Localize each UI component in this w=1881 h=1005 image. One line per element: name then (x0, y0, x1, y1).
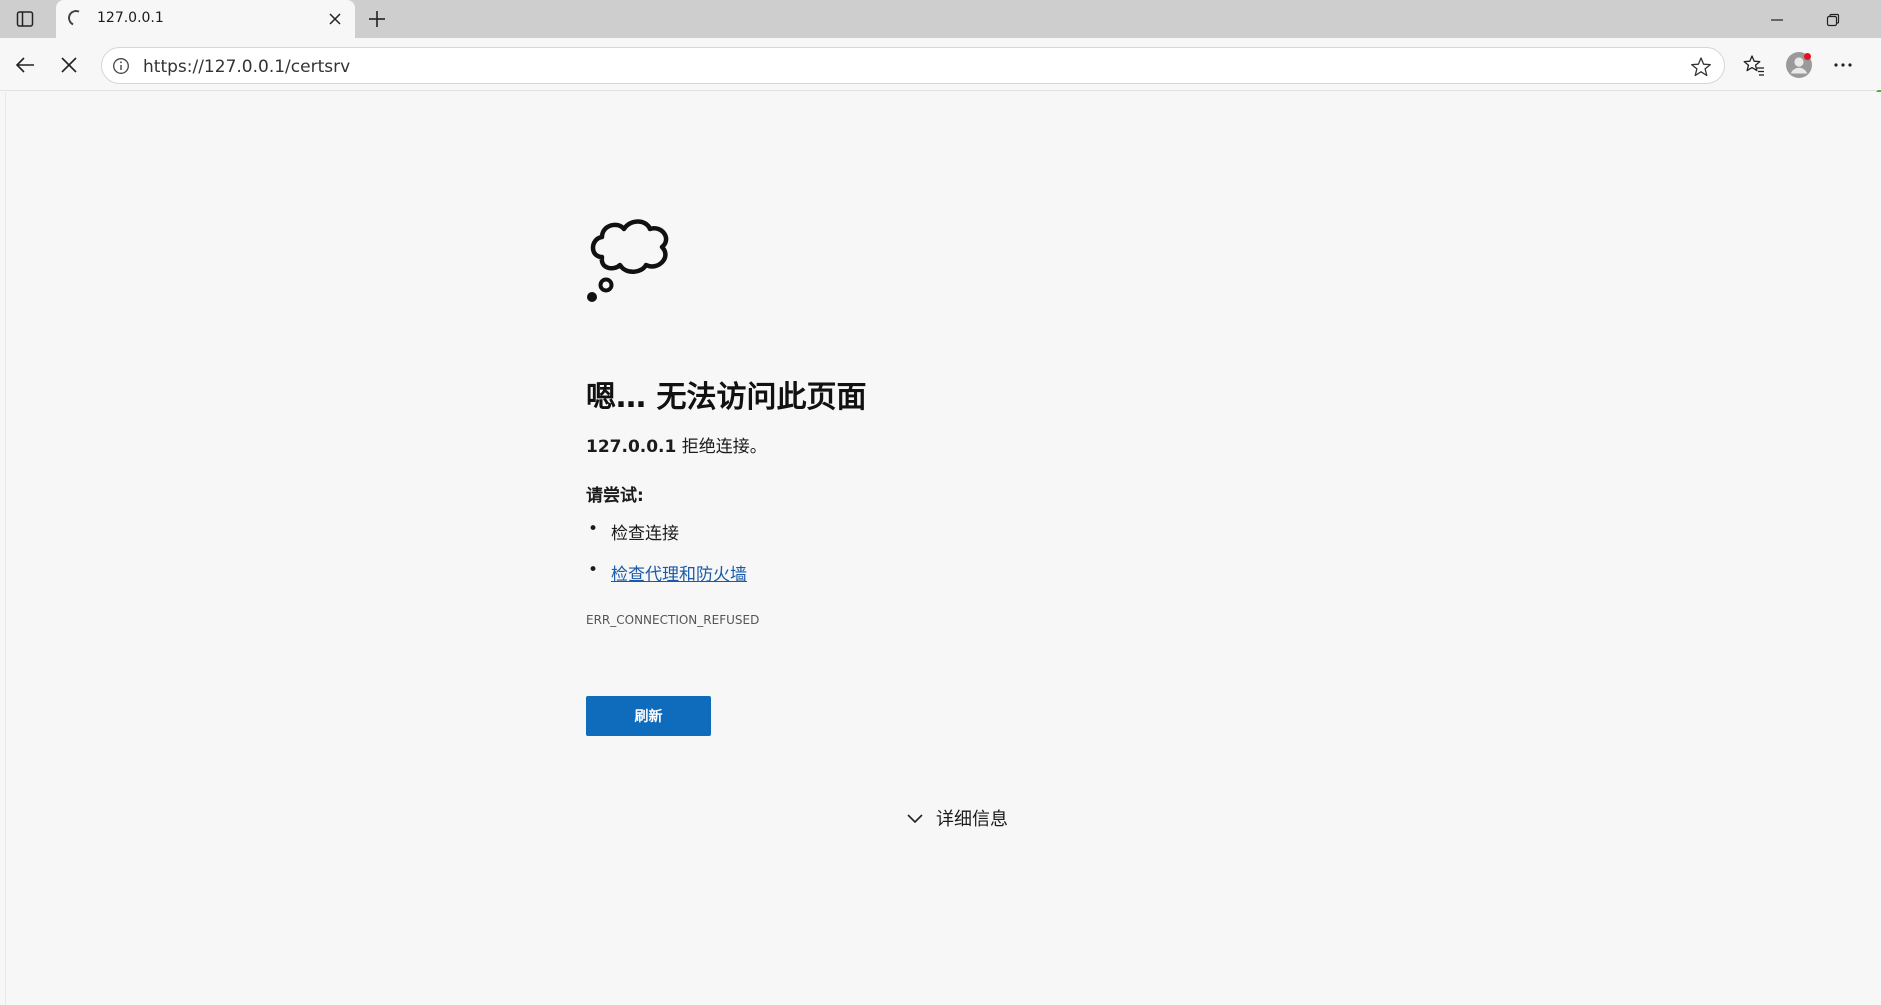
refused-message: 127.0.0.1 拒绝连接。 (586, 432, 767, 457)
plus-icon (369, 11, 385, 27)
suggestion-item: • 检查代理和防火墙 (586, 560, 747, 601)
close-icon (329, 13, 341, 25)
refused-text: 拒绝连接。 (676, 437, 767, 457)
chevron-down-icon (907, 814, 923, 824)
favorites-button[interactable] (1737, 48, 1771, 82)
refresh-button[interactable]: 刷新 (586, 696, 711, 736)
details-toggle[interactable]: 详细信息 (906, 805, 1008, 831)
refused-host: 127.0.0.1 (586, 437, 677, 457)
page-content: 嗯… 无法访问此页面 127.0.0.1 拒绝连接。 请尝试: • 检查连接 •… (5, 92, 1881, 1005)
stop-x-icon (61, 57, 77, 73)
suggestion-list: • 检查连接 • 检查代理和防火墙 (586, 519, 747, 601)
back-arrow-icon (15, 57, 34, 73)
minimize-button[interactable] (1760, 8, 1794, 32)
active-tab[interactable]: 127.0.0.1 (56, 0, 355, 38)
try-heading: 请尝试: (586, 486, 644, 506)
favorite-star-icon[interactable] (1690, 56, 1712, 78)
tab-close-button[interactable] (323, 7, 347, 31)
profile-button[interactable] (1782, 48, 1816, 82)
address-bar[interactable] (101, 47, 1725, 84)
site-info-icon[interactable] (112, 57, 130, 75)
details-label: 详细信息 (936, 809, 1008, 830)
more-dots-icon (1834, 63, 1852, 67)
url-input[interactable] (143, 57, 1593, 77)
suggestion-item: • 检查连接 (586, 519, 747, 560)
suggestion-check-connection: 检查连接 (611, 524, 679, 544)
more-options-button[interactable] (1826, 48, 1860, 82)
notification-dot (1804, 53, 1811, 60)
stop-loading-button[interactable] (52, 48, 86, 82)
tab-title: 127.0.0.1 (97, 10, 164, 26)
restore-icon (1826, 13, 1840, 27)
minimize-icon (1771, 19, 1783, 21)
bullet: • (588, 560, 599, 580)
new-tab-button[interactable] (362, 6, 392, 32)
suggestion-check-proxy-firewall-link[interactable]: 检查代理和防火墙 (611, 565, 747, 585)
error-code: ERR_CONNECTION_REFUSED (586, 613, 760, 627)
favorites-icon (1743, 55, 1764, 76)
error-title: 嗯… 无法访问此页面 (586, 380, 867, 415)
tab-strip: 127.0.0.1 (0, 0, 1881, 38)
back-button[interactable] (8, 48, 42, 82)
thought-cloud-icon (587, 219, 669, 302)
loading-spinner-icon (65, 7, 87, 29)
tab-actions-button[interactable] (10, 6, 40, 32)
restore-button[interactable] (1816, 8, 1850, 32)
bullet: • (588, 519, 599, 539)
browser-toolbar (0, 38, 1881, 116)
tab-actions-icon (16, 11, 34, 27)
